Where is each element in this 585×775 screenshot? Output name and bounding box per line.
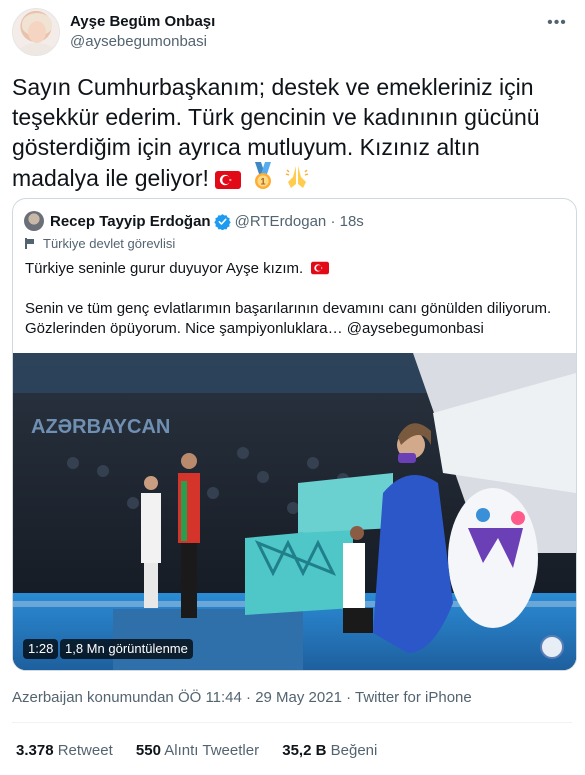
gold-medal-emoji: 1 bbox=[251, 162, 275, 197]
retweets-stat[interactable]: 3.378 Retweet bbox=[16, 742, 113, 759]
likes-label: Beğeni bbox=[330, 742, 378, 759]
government-label[interactable]: Türkiye devlet görevlisi bbox=[25, 236, 175, 251]
author-block: Ayşe Begüm Onbaşı @aysebegumonbasi bbox=[70, 12, 215, 52]
quoted-tweet-card[interactable]: Recep Tayyip Erdoğan @RTErdogan · 18s Tü… bbox=[12, 198, 577, 671]
athlete-left bbox=[141, 493, 161, 563]
athlete-right bbox=[343, 543, 365, 618]
verified-badge-icon bbox=[213, 213, 231, 230]
tweet-header: Ayşe Begüm Onbaşı @aysebegumonbasi ••• bbox=[12, 8, 572, 58]
video-player[interactable]: AZƏRBAYCAN 1:28 1,8 Mn görüntülenme bbox=[13, 353, 576, 670]
retweets-label: Retweet bbox=[57, 742, 113, 759]
arena-banner-text: AZƏRBAYCAN bbox=[31, 416, 170, 438]
quoted-time[interactable]: 18s bbox=[340, 213, 364, 230]
quoted-line-2: Senin ve tüm genç evlatlarımın başarılar… bbox=[25, 300, 552, 337]
quoted-author-handle[interactable]: @RTErdogan bbox=[235, 213, 327, 230]
tweet-body: Sayın Cumhurbaşkanım; destek ve emekleri… bbox=[12, 74, 540, 191]
tweet-location-time[interactable]: Azerbaijan konumundan ÖÖ 11:44 · 29 May … bbox=[12, 689, 355, 706]
tweet-text: Sayın Cumhurbaşkanım; destek ve emekleri… bbox=[12, 72, 572, 197]
quotes-label: Alıntı Tweetler bbox=[164, 742, 260, 759]
tweet-source-link[interactable]: Twitter for iPhone bbox=[355, 689, 472, 706]
folded-hands-emoji bbox=[284, 164, 310, 197]
tweet-meta: Azerbaijan konumundan ÖÖ 11:44 · 29 May … bbox=[12, 688, 472, 708]
quoted-tweet-header: Recep Tayyip Erdoğan @RTErdogan · 18s bbox=[24, 211, 364, 231]
quotes-stat[interactable]: 550 Alıntı Tweetler bbox=[136, 742, 259, 759]
more-options-icon[interactable]: ••• bbox=[542, 14, 572, 32]
likes-stat[interactable]: 35,2 B Beğeni bbox=[282, 742, 377, 759]
author-handle[interactable]: @aysebegumonbasi bbox=[70, 32, 215, 52]
flag-icon bbox=[25, 238, 35, 249]
video-views-badge: 1,8 Mn görüntülenme bbox=[60, 639, 193, 659]
quoted-line-1: Türkiye seninle gurur duyuyor Ayşe kızım… bbox=[25, 259, 570, 279]
channel-emblem-icon bbox=[540, 635, 564, 659]
video-frame: AZƏRBAYCAN bbox=[13, 353, 576, 670]
video-duration-badge: 1:28 bbox=[23, 639, 59, 659]
quoted-author-avatar[interactable] bbox=[24, 211, 44, 231]
author-avatar[interactable] bbox=[12, 8, 60, 56]
tweet-stats: 3.378 Retweet 550 Alıntı Tweetler 35,2 B… bbox=[16, 741, 396, 761]
quotes-count: 550 bbox=[135, 742, 161, 759]
turkey-flag-emoji bbox=[215, 167, 242, 197]
svg-text:1: 1 bbox=[260, 177, 265, 187]
author-display-name[interactable]: Ayşe Begüm Onbaşı bbox=[70, 12, 215, 32]
quoted-separator: · bbox=[326, 212, 340, 230]
turkey-flag-emoji bbox=[311, 261, 330, 275]
quoted-tweet-text: Türkiye seninle gurur duyuyor Ayşe kızım… bbox=[25, 259, 570, 339]
retweets-count: 3.378 bbox=[16, 742, 54, 759]
quoted-author-name[interactable]: Recep Tayyip Erdoğan bbox=[50, 213, 211, 230]
government-label-text: Türkiye devlet görevlisi bbox=[43, 236, 176, 251]
divider-top bbox=[12, 722, 572, 723]
likes-count: 35,2 B bbox=[282, 742, 327, 759]
quoted-line-1-text: Türkiye seninle gurur duyuyor Ayşe kızım… bbox=[25, 260, 304, 277]
